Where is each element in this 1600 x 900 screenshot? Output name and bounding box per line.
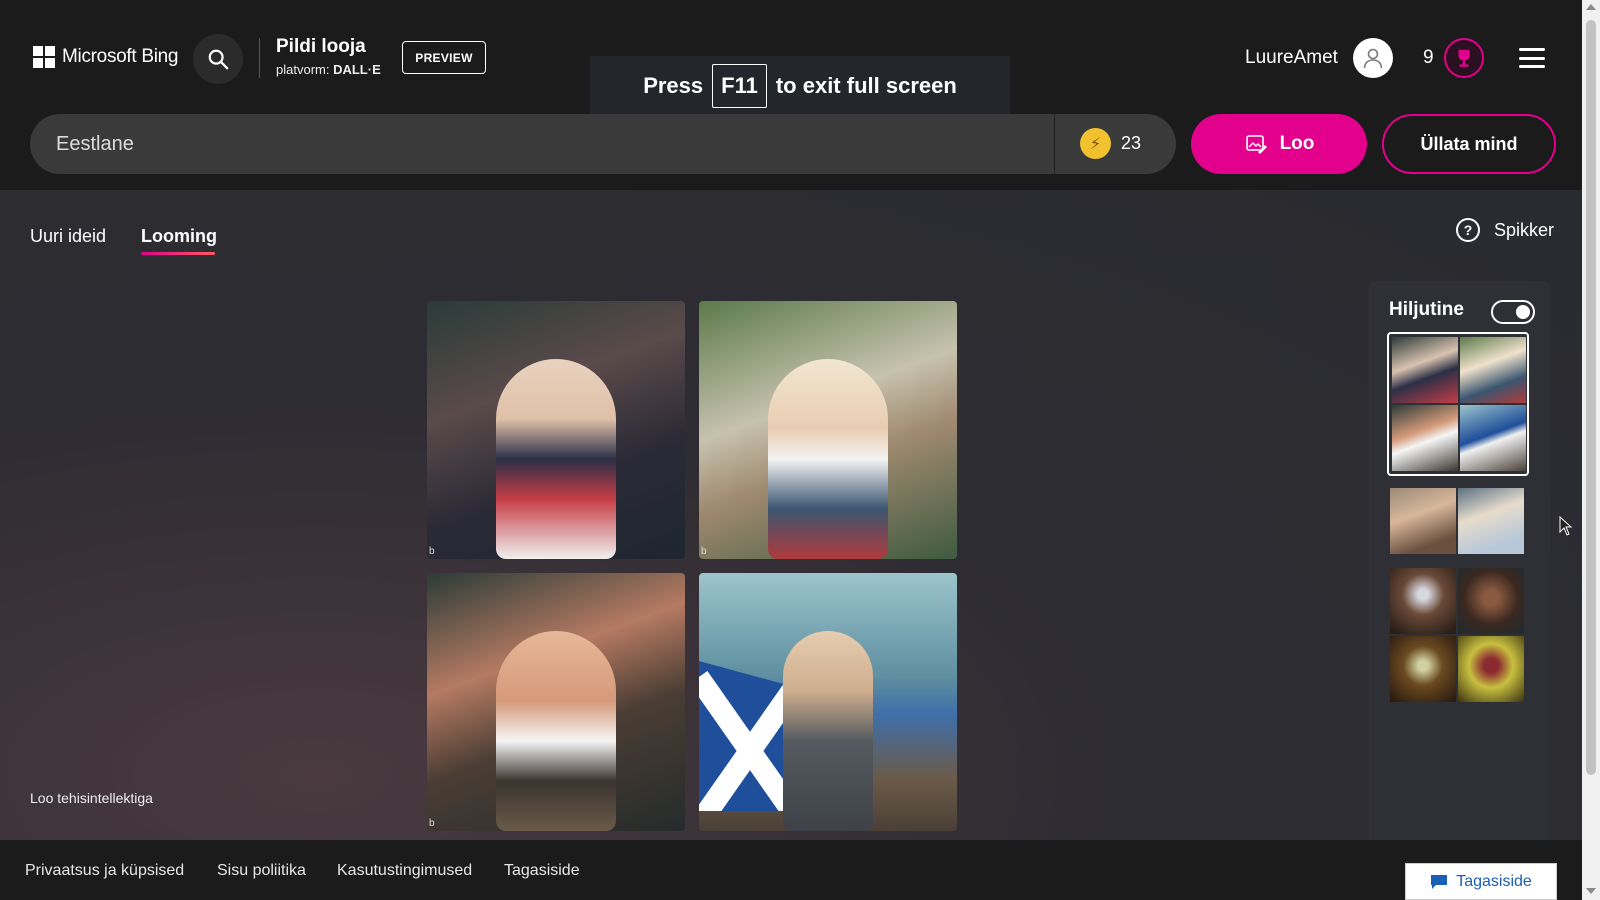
user-name[interactable]: LuureAmet	[1245, 47, 1338, 69]
help-link[interactable]: ? Spikker	[1456, 218, 1554, 242]
ai-note: Loo tehisintellektiga	[30, 790, 153, 806]
avatar[interactable]	[1353, 38, 1393, 78]
fullscreen-notice-suffix: to exit full screen	[775, 73, 957, 98]
preview-badge: PREVIEW	[402, 41, 486, 74]
search-button[interactable]	[193, 34, 243, 84]
surprise-me-button[interactable]: Üllata mind	[1382, 114, 1556, 174]
trophy-icon	[1458, 49, 1470, 67]
footer-link-feedback[interactable]: Tagasiside	[504, 862, 580, 880]
recent-thumb	[1460, 405, 1526, 471]
generated-image-3[interactable]: b	[427, 573, 685, 831]
create-button[interactable]: Loo	[1191, 114, 1367, 174]
rewards-count[interactable]: 9	[1423, 47, 1434, 69]
feedback-button-label: Tagasiside	[1456, 872, 1532, 890]
recent-group-1[interactable]	[1387, 332, 1529, 476]
recent-panel: Hiljutine	[1369, 281, 1550, 840]
bing-watermark-icon: b	[701, 546, 707, 557]
toggle-knob	[1516, 305, 1530, 319]
generated-image-4[interactable]	[699, 573, 957, 831]
platform-label: platvorm:	[276, 62, 330, 77]
footer: Privaatsus ja küpsised Sisu poliitika Ka…	[0, 840, 1582, 900]
create-button-label: Loo	[1279, 133, 1315, 154]
bing-watermark-icon: b	[429, 818, 435, 829]
image-figure	[783, 631, 873, 831]
boost-count: 23	[1121, 133, 1142, 153]
create-image-icon	[1245, 135, 1267, 154]
main-content: Uuri ideid Looming ? Spikker b b b Loo t…	[0, 190, 1582, 840]
prompt-input[interactable]	[56, 114, 1016, 174]
search-icon	[208, 49, 229, 70]
help-label: Spikker	[1494, 219, 1555, 240]
scroll-up-arrow-icon[interactable]	[1586, 4, 1596, 10]
recent-title: Hiljutine	[1389, 299, 1464, 320]
recent-thumb	[1460, 337, 1526, 403]
fullscreen-notice-prefix: Press	[643, 73, 704, 98]
rewards-button[interactable]	[1444, 38, 1484, 78]
app-title[interactable]: Pildi looja	[276, 36, 366, 58]
microsoft-logo-icon	[33, 46, 55, 68]
recent-thumb	[1392, 405, 1458, 471]
footer-link-terms[interactable]: Kasutustingimused	[337, 862, 472, 880]
user-icon	[1363, 48, 1383, 69]
mouse-cursor-icon	[1559, 516, 1573, 536]
scrollbar-thumb[interactable]	[1586, 20, 1596, 775]
prompt-bar: ⚡ 23	[30, 114, 1176, 174]
scroll-down-arrow-icon[interactable]	[1586, 888, 1596, 894]
help-icon: ?	[1456, 218, 1480, 242]
image-figure	[496, 359, 616, 559]
recent-thumb	[1458, 568, 1524, 634]
platform-line: platvorm: DALL·E	[276, 62, 381, 77]
platform-name: DALL·E	[333, 62, 381, 77]
footer-link-privacy[interactable]: Privaatsus ja küpsised	[25, 862, 184, 880]
boost-divider	[1054, 114, 1055, 174]
active-tab-indicator	[141, 252, 215, 255]
recent-thumb	[1458, 636, 1524, 702]
recent-group-3[interactable]	[1387, 565, 1529, 705]
footer-link-content-policy[interactable]: Sisu poliitika	[217, 862, 306, 880]
hamburger-menu-icon[interactable]	[1519, 48, 1545, 68]
fullscreen-notice: Press F11 to exit full screen	[590, 56, 1010, 116]
boost-counter[interactable]: ⚡ 23	[1080, 128, 1141, 159]
tab-explore-ideas[interactable]: Uuri ideid	[30, 226, 106, 247]
page-scrollbar[interactable]	[1582, 0, 1600, 900]
feedback-chat-icon	[1431, 874, 1448, 889]
recent-thumb	[1390, 568, 1456, 634]
brand-name: Microsoft Bing	[62, 46, 179, 67]
top-bar: Microsoft Bing Pildi looja platvorm: DAL…	[0, 0, 1582, 190]
bing-watermark-icon: b	[429, 546, 435, 557]
fullscreen-key: F11	[712, 64, 767, 108]
image-figure	[768, 359, 888, 559]
recent-thumb	[1390, 488, 1456, 554]
recent-toggle[interactable]	[1491, 300, 1535, 324]
feedback-button[interactable]: Tagasiside	[1405, 863, 1557, 900]
bing-brand-link[interactable]: Microsoft Bing	[33, 46, 178, 68]
header-divider	[259, 38, 260, 78]
recent-group-2[interactable]	[1387, 485, 1529, 557]
generated-image-grid: b b b	[427, 301, 957, 831]
tab-creations[interactable]: Looming	[141, 226, 217, 247]
recent-thumb	[1390, 636, 1456, 702]
recent-thumb	[1458, 488, 1524, 554]
image-figure	[496, 631, 616, 831]
recent-thumb	[1392, 337, 1458, 403]
boost-bolt-icon: ⚡	[1080, 128, 1111, 159]
generated-image-1[interactable]: b	[427, 301, 685, 559]
generated-image-2[interactable]: b	[699, 301, 957, 559]
